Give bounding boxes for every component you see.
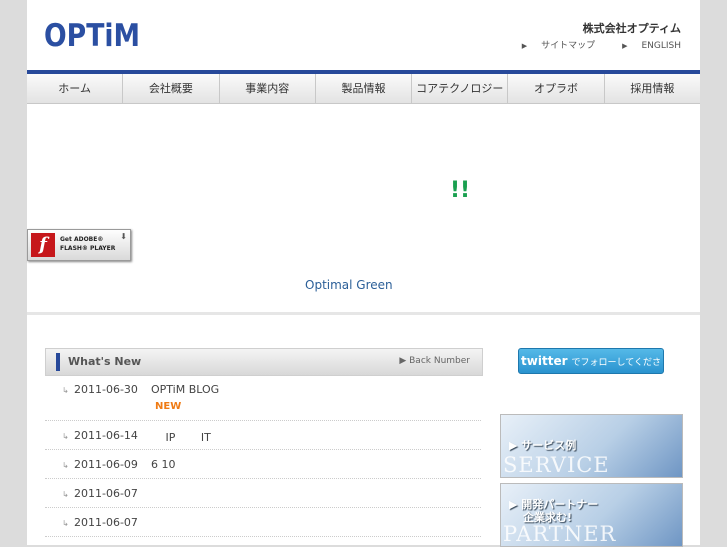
optim-logo[interactable]: OPTiM — [44, 18, 140, 54]
triangle-right-icon: ▶ — [622, 42, 628, 50]
nav-home[interactable]: ホーム — [27, 74, 124, 103]
nav-recruit[interactable]: 採用情報 — [605, 74, 700, 103]
top-links: ▶ サイトマップ ▶ ENGLISH — [498, 38, 681, 51]
twitter-follow-button[interactable]: twitter でフォローしてください! — [518, 348, 664, 392]
news-text[interactable]: 6 10 — [151, 458, 176, 471]
arrow-bullet-icon: ↳ — [62, 432, 69, 441]
list-item[interactable]: ↳ 2011-06-07 — [45, 508, 481, 537]
whats-new-header: What's New ▶ Back Number — [45, 348, 483, 376]
arrow-bullet-icon: ↳ — [62, 461, 69, 470]
twitter-logo: twitter — [521, 354, 568, 368]
nav-products[interactable]: 製品情報 — [316, 74, 413, 103]
news-date: 2011-06-07 — [74, 516, 138, 529]
nav-business[interactable]: 事業内容 — [220, 74, 316, 103]
header-accent-bar — [56, 353, 60, 371]
news-date: 2011-06-30 — [74, 383, 138, 396]
back-number-link[interactable]: ▶ Back Number — [399, 356, 470, 366]
arrow-bullet-icon: ↳ — [62, 386, 69, 395]
sitemap-link[interactable]: ▶ サイトマップ — [510, 41, 595, 51]
arrow-bullet-icon: ↳ — [62, 490, 69, 499]
hero-tagline: Optimal Green — [305, 278, 393, 292]
list-item[interactable]: ↳ 2011-06-30 OPTiM BLOG NEW — [45, 375, 481, 421]
hero-area: !! f Get ADOBE® FLASH® PLAYER ⬇ Optimal … — [27, 104, 700, 312]
main-nav: ホーム 会社概要 事業内容 製品情報 コアテクノロジー オプラボ 採用情報 — [27, 74, 700, 104]
news-text[interactable]: OPTiM BLOG — [151, 383, 219, 396]
service-big-text: SERVICE — [503, 453, 610, 477]
arrow-bullet-icon: ↳ — [62, 519, 69, 528]
service-label: ▶ サービス例 — [509, 439, 577, 452]
list-item[interactable]: ↳ 2011-06-07 — [45, 479, 481, 508]
nav-oplab[interactable]: オプラボ — [508, 74, 605, 103]
news-date: 2011-06-07 — [74, 487, 138, 500]
get-flash-player-button[interactable]: f Get ADOBE® FLASH® PLAYER ⬇ — [27, 229, 131, 261]
flash-icon: f — [31, 233, 55, 257]
flash-badge-text: Get ADOBE® FLASH® PLAYER — [60, 236, 116, 252]
english-link[interactable]: ▶ ENGLISH — [610, 41, 681, 51]
list-item[interactable]: ↳ 2011-06-14 IP IT — [45, 421, 481, 450]
list-item[interactable]: ↳ 2011-06-09 6 10 — [45, 450, 481, 479]
download-arrow-icon: ⬇ — [120, 232, 127, 241]
service-banner[interactable]: ▶ サービス例 SERVICE — [500, 414, 683, 478]
partner-label: ▶ 開発パートナー 企業求む! — [509, 498, 599, 524]
page: OPTiM 株式会社オプティム ▶ サイトマップ ▶ ENGLISH ホーム 会社概… — [27, 0, 700, 547]
partner-big-text: PARTNER — [503, 522, 617, 546]
triangle-right-icon: ▶ — [521, 42, 528, 50]
news-text[interactable]: IP IT — [151, 429, 210, 445]
nav-company[interactable]: 会社概要 — [123, 74, 220, 103]
nav-core-tech[interactable]: コアテクノロジー — [412, 74, 509, 103]
hero-exclaim: !! — [450, 178, 471, 203]
news-list: ↳ 2011-06-30 OPTiM BLOG NEW ↳ 2011-06-14… — [45, 375, 481, 537]
new-badge: NEW — [155, 401, 182, 412]
whats-new-title: What's New — [68, 355, 142, 368]
partner-banner[interactable]: ▶ 開発パートナー 企業求む! PARTNER — [500, 483, 683, 547]
section-divider — [27, 312, 700, 315]
company-name: 株式会社オプティム — [582, 22, 681, 35]
news-date: 2011-06-09 — [74, 458, 138, 471]
news-date: 2011-06-14 — [74, 429, 138, 442]
